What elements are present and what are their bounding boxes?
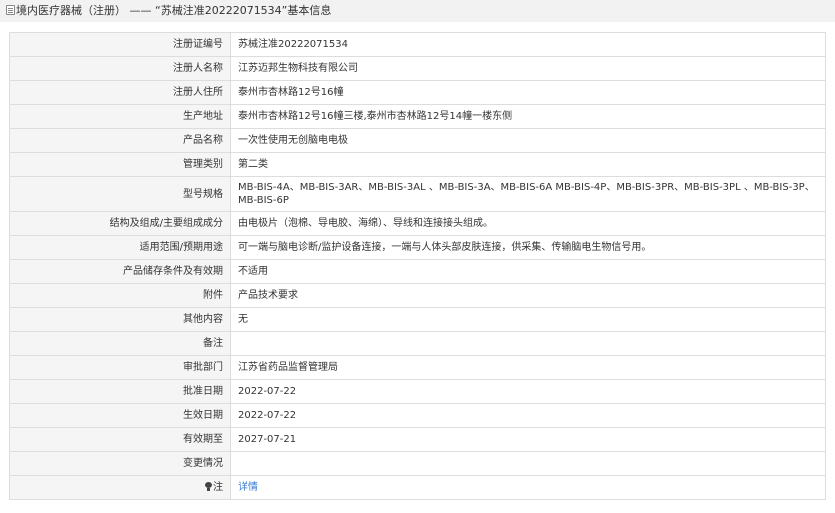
row-label: 有效期至: [9, 427, 231, 452]
row-label: 变更情况: [9, 451, 231, 476]
row-label: 备注: [9, 331, 231, 356]
row-label: 适用范围/预期用途: [9, 235, 231, 260]
row-value: [230, 331, 826, 356]
note-label: 注: [213, 482, 223, 493]
table-row: 注册人名称 江苏迈邦生物科技有限公司: [9, 56, 826, 81]
table-row: 有效期至 2027-07-21: [9, 427, 826, 452]
row-value: 无: [230, 307, 826, 332]
row-value: 泰州市杏林路12号16幢: [230, 80, 826, 105]
row-value: 2022-07-22: [230, 403, 826, 428]
table-row: 变更情况: [9, 451, 826, 476]
table-row: 管理类别 第二类: [9, 152, 826, 177]
page-header: 境内医疗器械（注册） —— “苏械注准20222071534”基本信息: [0, 0, 835, 22]
table-row: 产品储存条件及有效期 不适用: [9, 259, 826, 284]
row-value: 泰州市杏林路12号16幢三楼,泰州市杏林路12号14幢一楼东侧: [230, 104, 826, 129]
row-value: 产品技术要求: [230, 283, 826, 308]
details-link[interactable]: 详情: [238, 482, 258, 493]
row-label: 注册人名称: [9, 56, 231, 81]
table-row: 附件 产品技术要求: [9, 283, 826, 308]
row-label: 生效日期: [9, 403, 231, 428]
table-row: 生效日期 2022-07-22: [9, 403, 826, 428]
row-label: 产品名称: [9, 128, 231, 153]
row-value: [230, 451, 826, 476]
row-value: 2027-07-21: [230, 427, 826, 452]
row-label: 注: [9, 475, 231, 500]
document-icon: [6, 5, 15, 15]
row-value: 可一端与脑电诊断/监护设备连接，一端与人体头部皮肤连接，供采集、传输脑电生物信号…: [230, 235, 826, 260]
info-table: 注册证编号 苏械注准20222071534 注册人名称 江苏迈邦生物科技有限公司…: [9, 32, 826, 500]
row-value: 不适用: [230, 259, 826, 284]
row-label: 生产地址: [9, 104, 231, 129]
table-row: 审批部门 江苏省药品监督管理局: [9, 355, 826, 380]
row-label: 审批部门: [9, 355, 231, 380]
bulb-icon: [205, 482, 212, 491]
breadcrumb-root[interactable]: 境内医疗器械（注册）: [16, 4, 126, 17]
row-value: 一次性使用无创脑电电极: [230, 128, 826, 153]
table-row: 其他内容 无: [9, 307, 826, 332]
row-label: 批准日期: [9, 379, 231, 404]
row-label: 结构及组成/主要组成成分: [9, 211, 231, 236]
row-label: 注册人住所: [9, 80, 231, 105]
table-row: 注册证编号 苏械注准20222071534: [9, 32, 826, 57]
table-row: 生产地址 泰州市杏林路12号16幢三楼,泰州市杏林路12号14幢一楼东侧: [9, 104, 826, 129]
row-label: 产品储存条件及有效期: [9, 259, 231, 284]
row-value: 2022-07-22: [230, 379, 826, 404]
row-label: 附件: [9, 283, 231, 308]
row-value: 详情: [230, 475, 826, 500]
row-value: MB-BIS-4A、MB-BIS-3AR、MB-BIS-3AL 、MB-BIS-…: [230, 176, 826, 212]
row-value: 江苏迈邦生物科技有限公司: [230, 56, 826, 81]
row-value: 第二类: [230, 152, 826, 177]
table-row: 产品名称 一次性使用无创脑电电极: [9, 128, 826, 153]
table-row: 批准日期 2022-07-22: [9, 379, 826, 404]
row-value: 苏械注准20222071534: [230, 32, 826, 57]
table-row-note: 注 详情: [9, 475, 826, 500]
page-title: “苏械注准20222071534”基本信息: [155, 4, 332, 17]
table-row: 适用范围/预期用途 可一端与脑电诊断/监护设备连接，一端与人体头部皮肤连接，供采…: [9, 235, 826, 260]
row-value: 江苏省药品监督管理局: [230, 355, 826, 380]
table-row: 型号规格 MB-BIS-4A、MB-BIS-3AR、MB-BIS-3AL 、MB…: [9, 176, 826, 212]
breadcrumb-separator: ——: [129, 4, 152, 17]
row-value: 由电极片（泡棉、导电胶、海绵）、导线和连接接头组成。: [230, 211, 826, 236]
row-label: 型号规格: [9, 176, 231, 212]
row-label: 注册证编号: [9, 32, 231, 57]
row-label: 其他内容: [9, 307, 231, 332]
table-row: 注册人住所 泰州市杏林路12号16幢: [9, 80, 826, 105]
row-label: 管理类别: [9, 152, 231, 177]
table-row: 结构及组成/主要组成成分 由电极片（泡棉、导电胶、海绵）、导线和连接接头组成。: [9, 211, 826, 236]
table-row: 备注: [9, 331, 826, 356]
